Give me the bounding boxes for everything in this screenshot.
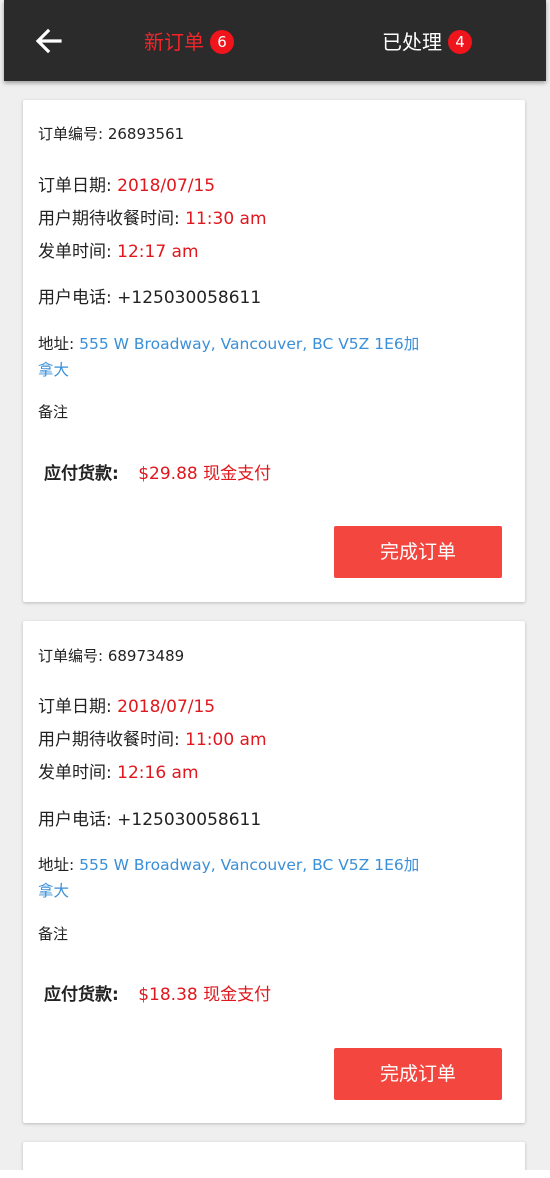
order-list[interactable]: 订单编号: 26893561 订单日期: 2018/07/15 用户期待收餐时间… — [0, 81, 550, 1170]
phone-label: 用户电话: — [38, 810, 118, 830]
order-number-row: 订单编号: 68973489 — [38, 644, 184, 668]
pickup-time-row: 用户期待收餐时间: 11:00 am — [38, 728, 267, 752]
pickup-time-value: 11:30 am — [185, 209, 267, 229]
pickup-time-label: 用户期待收餐时间: — [38, 209, 186, 229]
bottom-edge — [0, 1170, 550, 1178]
address-label: 地址: — [38, 335, 80, 353]
address-link[interactable]: 555 W Broadway, Vancouver, BC V5Z 1E6加 — [79, 856, 419, 874]
note-label: 备注 — [38, 925, 69, 943]
tab-processed-orders-label: 已处理 — [382, 30, 442, 54]
order-number-label: 订单编号: — [38, 125, 108, 143]
tab-processed-orders[interactable]: 已处理 4 — [382, 26, 472, 58]
tab-new-orders[interactable]: 新订单 6 — [144, 26, 234, 58]
address-link-continued[interactable]: 拿大 — [38, 882, 69, 900]
sent-time-label: 发单时间: — [38, 242, 118, 262]
tab-new-orders-label: 新订单 — [144, 30, 204, 54]
order-number-value: 68973489 — [107, 647, 185, 665]
order-number-row: 订单编号: 26893561 — [38, 122, 184, 146]
order-date-row: 订单日期: 2018/07/15 — [38, 695, 215, 719]
sent-time-label: 发单时间: — [38, 763, 118, 783]
phone-value: +125030058611 — [117, 288, 262, 308]
order-card-partial — [23, 1142, 525, 1170]
sent-time-row: 发单时间: 12:17 am — [38, 240, 199, 264]
payment-label: 应付货款: — [44, 464, 119, 484]
back-button[interactable] — [32, 24, 66, 58]
order-date-label: 订单日期: — [38, 697, 118, 717]
order-date-label: 订单日期: — [38, 176, 118, 196]
note-label: 备注 — [38, 403, 69, 421]
phone-row: 用户电话: +125030058611 — [38, 808, 261, 832]
sent-time-value: 12:16 am — [117, 763, 199, 783]
processed-orders-count-badge: 4 — [448, 30, 472, 54]
order-number-value: 26893561 — [107, 125, 185, 143]
payment-value: $18.38 现金支付 — [138, 985, 272, 1005]
phone-label: 用户电话: — [38, 288, 118, 308]
order-card: 订单编号: 26893561 订单日期: 2018/07/15 用户期待收餐时间… — [23, 100, 525, 602]
address-row: 地址: 555 W Broadway, Vancouver, BC V5Z 1E… — [38, 852, 438, 904]
complete-order-button[interactable]: 完成订单 — [334, 1048, 502, 1100]
payment-row: 应付货款: $18.38 现金支付 — [44, 983, 271, 1007]
pickup-time-label: 用户期待收餐时间: — [38, 730, 186, 750]
sent-time-value: 12:17 am — [117, 242, 199, 262]
address-row: 地址: 555 W Broadway, Vancouver, BC V5Z 1E… — [38, 331, 438, 383]
address-link[interactable]: 555 W Broadway, Vancouver, BC V5Z 1E6加 — [79, 335, 419, 353]
address-link-continued[interactable]: 拿大 — [38, 361, 69, 379]
phone-row: 用户电话: +125030058611 — [38, 286, 261, 310]
pickup-time-value: 11:00 am — [185, 730, 267, 750]
payment-label: 应付货款: — [44, 985, 119, 1005]
complete-order-button[interactable]: 完成订单 — [334, 526, 502, 578]
new-orders-count-badge: 6 — [210, 30, 234, 54]
order-date-row: 订单日期: 2018/07/15 — [38, 174, 215, 198]
order-date-value: 2018/07/15 — [117, 697, 216, 717]
arrow-left-icon — [35, 28, 62, 54]
order-date-value: 2018/07/15 — [117, 176, 216, 196]
sent-time-row: 发单时间: 12:16 am — [38, 761, 199, 785]
order-number-label: 订单编号: — [38, 647, 108, 665]
pickup-time-row: 用户期待收餐时间: 11:30 am — [38, 207, 267, 231]
order-card: 订单编号: 68973489 订单日期: 2018/07/15 用户期待收餐时间… — [23, 621, 525, 1123]
top-app-bar: 新订单 6 已处理 4 — [4, 0, 546, 81]
phone-value: +125030058611 — [117, 810, 262, 830]
payment-row: 应付货款: $29.88 现金支付 — [44, 462, 271, 486]
payment-value: $29.88 现金支付 — [138, 464, 272, 484]
address-label: 地址: — [38, 856, 80, 874]
